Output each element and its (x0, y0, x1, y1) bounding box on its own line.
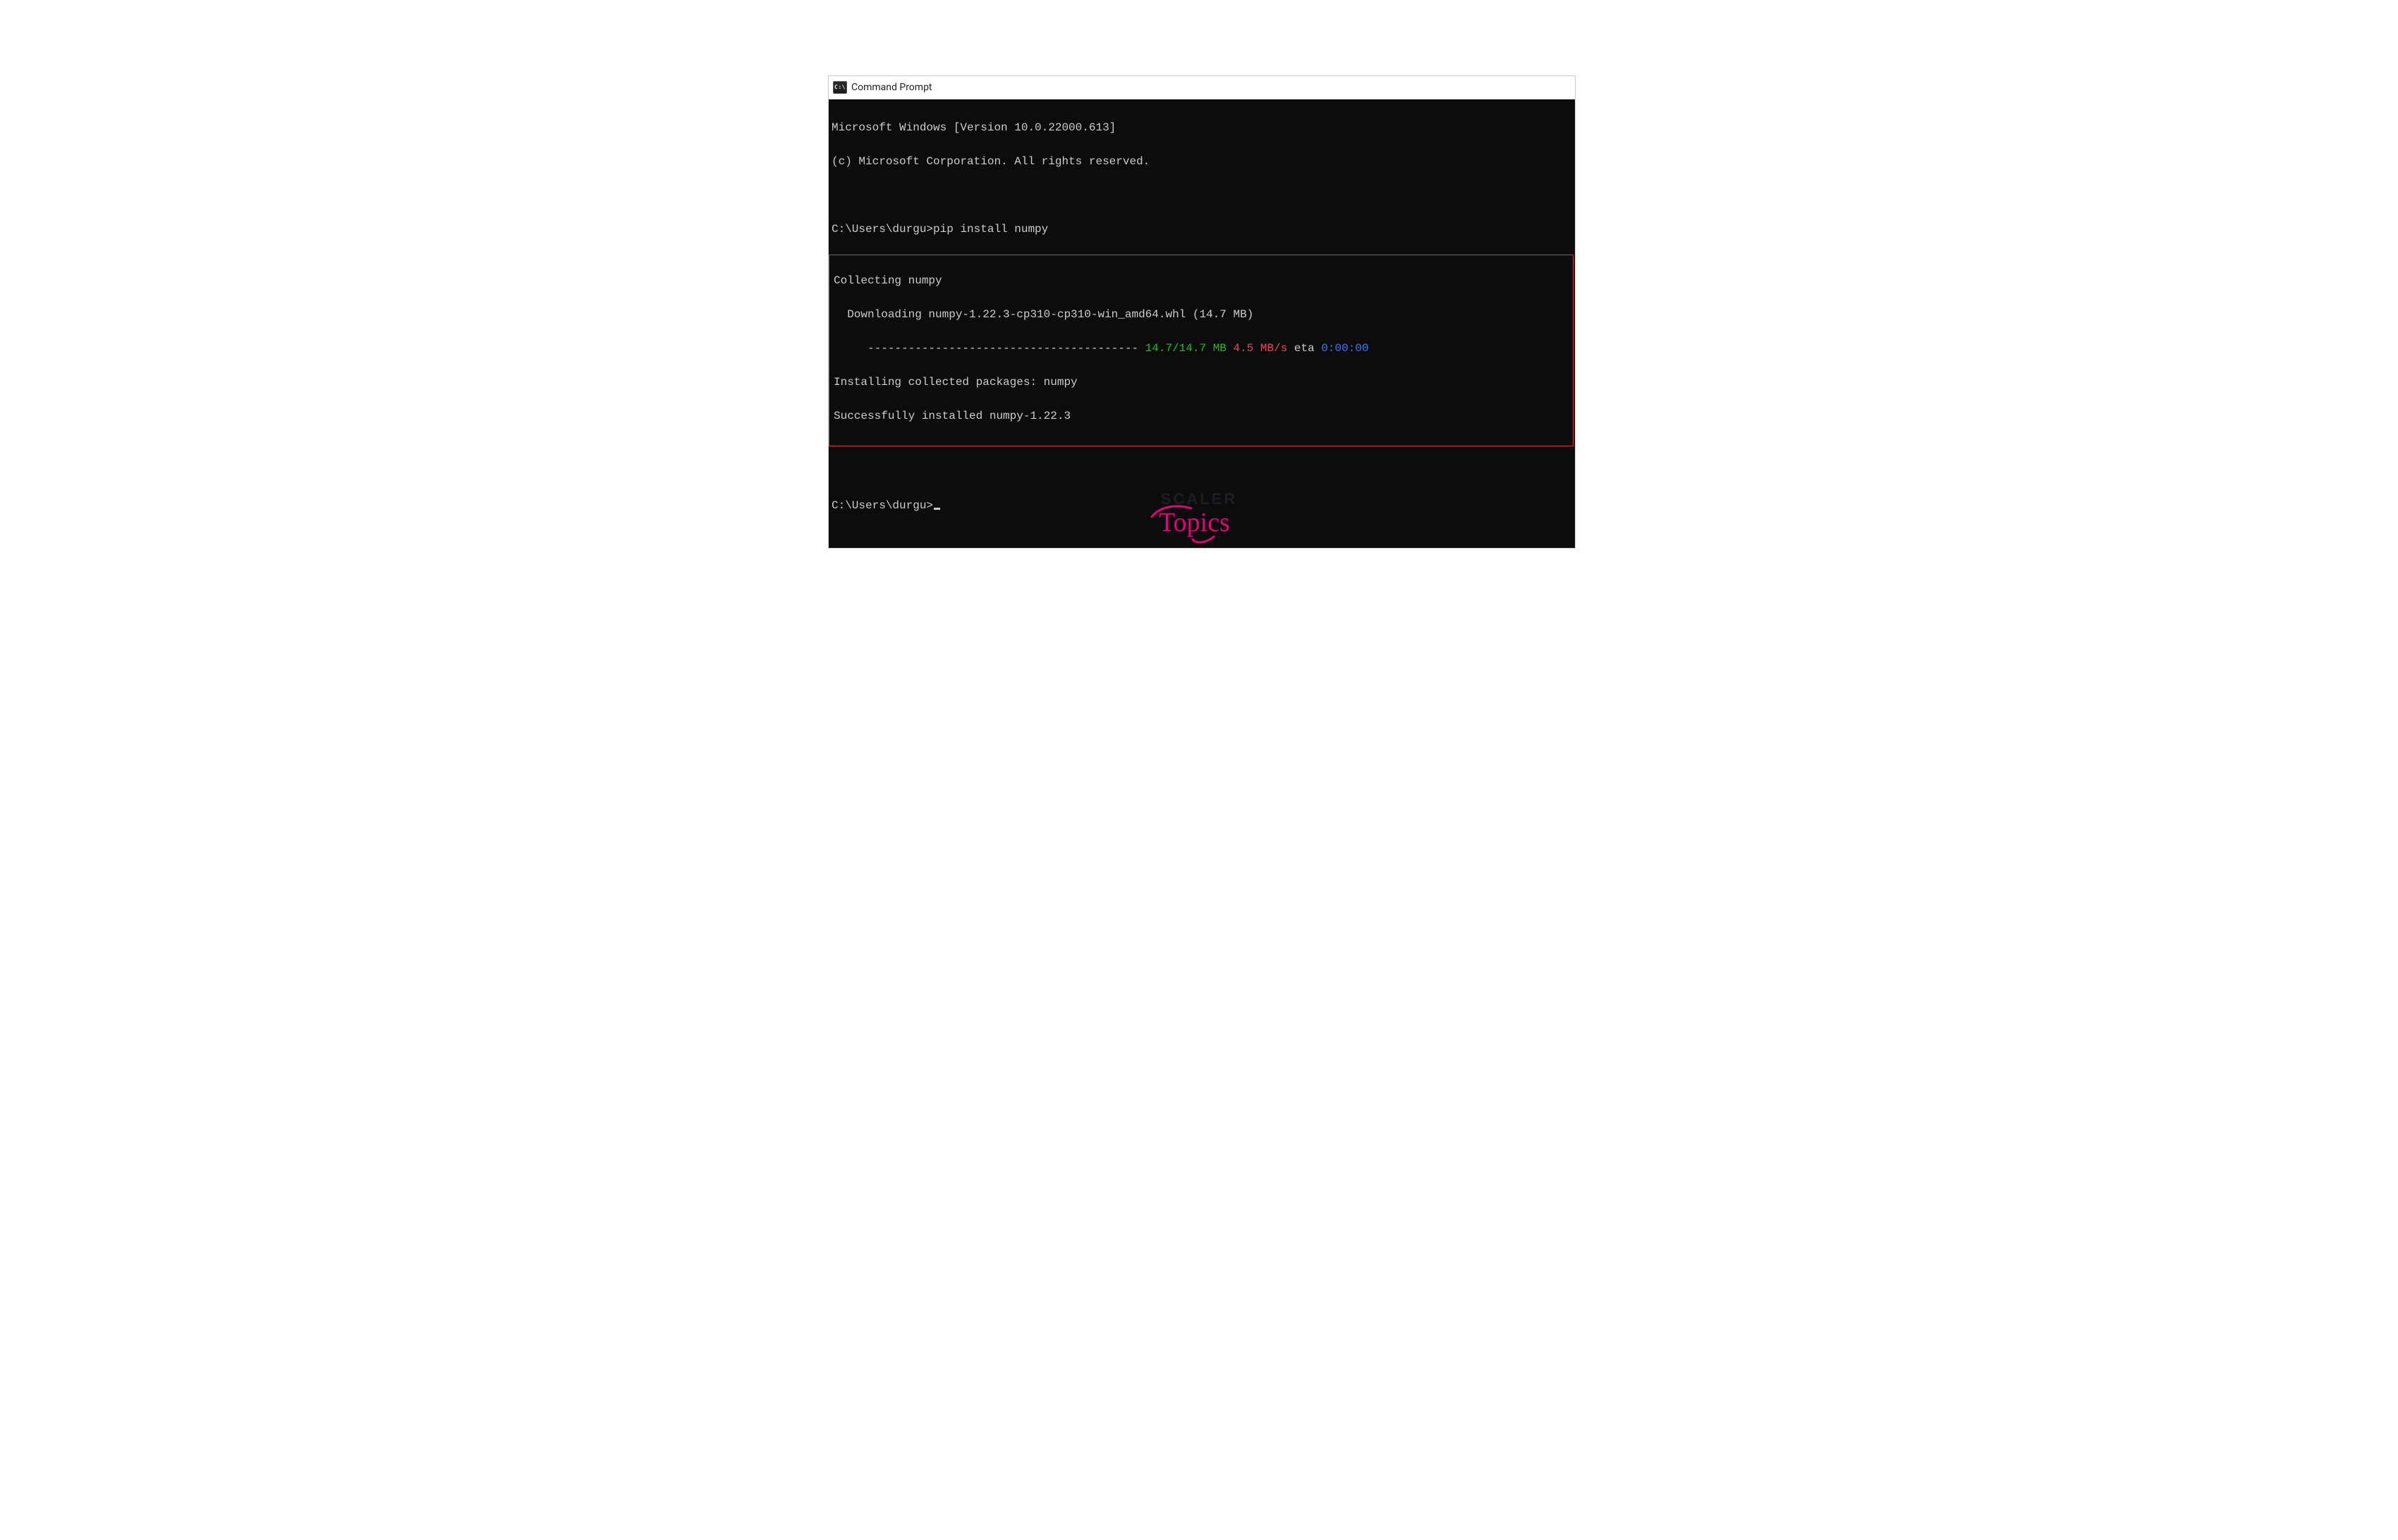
highlighted-output-box: Collecting numpy Downloading numpy-1.22.… (829, 255, 1574, 446)
output-collecting: Collecting numpy (831, 272, 1571, 289)
command-line-1: C:\Users\durgu>pip install numpy (829, 221, 1575, 238)
prompt-path-1: C:\Users\durgu> (832, 223, 933, 236)
svg-text:Topics: Topics (1159, 508, 1230, 537)
command-typed: pip install numpy (933, 223, 1048, 236)
scaler-topics-logo: SCALER Topics (717, 490, 1681, 546)
progress-bar-dashes: ---------------------------------------- (834, 342, 1145, 355)
output-progress: ----------------------------------------… (831, 340, 1571, 357)
output-success: Successfully installed numpy-1.22.3 (831, 408, 1571, 424)
blank-line (829, 187, 1575, 204)
banner-version: Microsoft Windows [Version 10.0.22000.61… (829, 119, 1575, 136)
window-title: Command Prompt (851, 82, 932, 93)
progress-size: 14.7/14.7 MB (1145, 342, 1227, 355)
page: C:\ Command Prompt Microsoft Windows [Ve… (717, 0, 1681, 618)
blank-line-2 (829, 463, 1575, 480)
progress-speed: 4.5 MB/s (1227, 342, 1287, 355)
progress-eta-label: eta (1287, 342, 1321, 355)
command-prompt-window: C:\ Command Prompt Microsoft Windows [Ve… (828, 75, 1576, 549)
brand-line-2: Topics (1146, 504, 1252, 546)
progress-eta-value: 0:00:00 (1321, 342, 1368, 355)
output-installing: Installing collected packages: numpy (831, 374, 1571, 391)
banner-copyright: (c) Microsoft Corporation. All rights re… (829, 153, 1575, 170)
output-downloading: Downloading numpy-1.22.3-cp310-cp310-win… (831, 306, 1571, 323)
command-prompt-icon: C:\ (833, 81, 847, 94)
window-titlebar[interactable]: C:\ Command Prompt (829, 76, 1575, 99)
terminal-output[interactable]: Microsoft Windows [Version 10.0.22000.61… (829, 99, 1575, 548)
